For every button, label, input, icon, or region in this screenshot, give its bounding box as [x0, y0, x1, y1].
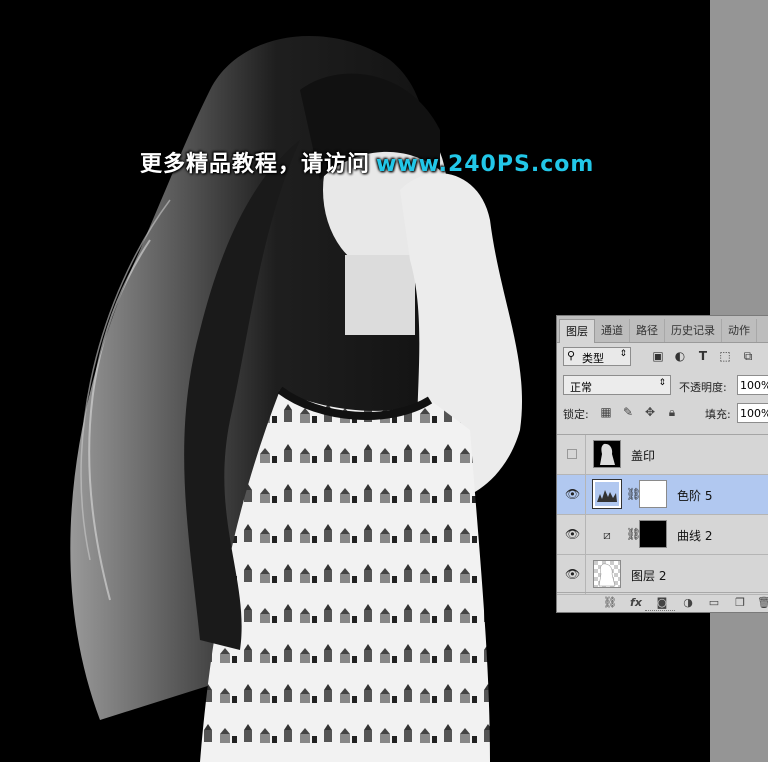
layer-mask-thumbnail[interactable] [639, 520, 667, 548]
divider [585, 475, 586, 514]
layer-name: 图层 2 [631, 569, 667, 583]
layer-mask-thumbnail[interactable] [639, 480, 667, 508]
chevron-updown-icon: ⇕ [658, 378, 666, 388]
blend-row: 正常 ⇕ 不透明度: 100% [557, 374, 768, 398]
type-filter-icon[interactable]: T [696, 349, 710, 363]
layer-thumbnail [593, 560, 621, 588]
fill-label: 填充: [705, 408, 731, 421]
layers-panel: 图层 通道 路径 历史记录 动作 ⚲ 类型 ⇕ ▣ ◐ T ⬚ ⧉ 正常 ⇕ 不… [556, 315, 768, 613]
tab-actions[interactable]: 动作 [722, 319, 757, 342]
watermark-caption: 更多精品教程，请访问 [140, 152, 371, 177]
panel-resize-grip[interactable] [645, 610, 675, 614]
curves-adjustment-icon: ⧄ [603, 528, 611, 542]
watermark-url: www.240PS.com [376, 152, 595, 177]
tab-paths[interactable]: 路径 [630, 319, 665, 342]
folder-icon[interactable]: ▭ [707, 596, 721, 610]
trash-icon[interactable]: 🗑︎ [757, 596, 768, 610]
filter-row: ⚲ 类型 ⇕ ▣ ◐ T ⬚ ⧉ [557, 346, 768, 368]
eye-icon[interactable]: 👁︎ [565, 487, 580, 501]
layer-row-curves[interactable]: 👁︎ ⧄ ⛓︎ 曲线 2 [557, 515, 768, 555]
layer-row-stamp[interactable]: 盖印 [557, 435, 768, 475]
fill-input[interactable]: 100% [737, 403, 768, 423]
eye-icon[interactable]: 👁︎ [565, 567, 580, 581]
watermark-text: 更多精品教程，请访问 www.240PS.com [140, 146, 594, 178]
divider [585, 435, 586, 474]
search-icon: ⚲ [567, 349, 576, 362]
opacity-input[interactable]: 100% [737, 375, 768, 395]
tab-channels[interactable]: 通道 [595, 319, 630, 342]
lock-all-icon[interactable]: 🔒︎ [665, 405, 679, 419]
visibility-off-box[interactable] [567, 449, 577, 459]
lock-transparency-icon[interactable]: ▦ [599, 405, 613, 419]
panel-tabs: 图层 通道 路径 历史记录 动作 [557, 316, 768, 343]
layer-name: 盖印 [631, 449, 656, 463]
chevron-updown-icon: ⇕ [619, 349, 627, 359]
layer-thumbnail [593, 440, 621, 468]
new-layer-icon[interactable]: ❐ [733, 596, 747, 610]
adjustment-filter-icon[interactable]: ◐ [673, 349, 687, 363]
lock-row: 锁定: ▦ ✎ ✥ 🔒︎ 填充: 100% [557, 402, 768, 424]
fx-icon[interactable]: fx [629, 596, 643, 610]
blend-mode-value: 正常 [570, 381, 592, 394]
tab-layers[interactable]: 图层 [559, 319, 595, 343]
layer-list: 盖印 👁︎ ⛓︎ 色阶 5 👁︎ ⧄ ⛓︎ 曲线 2 👁︎ 图层 2 [557, 434, 768, 595]
layer-row-levels[interactable]: 👁︎ ⛓︎ 色阶 5 [557, 475, 768, 515]
filter-kind-label: 类型 [582, 352, 604, 365]
opacity-label: 不透明度: [679, 381, 727, 394]
adjustment-icon[interactable]: ◑ [681, 596, 695, 610]
link-icon[interactable]: ⛓︎ [603, 596, 617, 610]
image-filter-icon[interactable]: ▣ [651, 349, 665, 363]
filter-kind-select[interactable]: ⚲ 类型 ⇕ [563, 347, 631, 366]
eye-icon[interactable]: 👁︎ [565, 527, 580, 541]
blend-mode-select[interactable]: 正常 ⇕ [563, 375, 671, 395]
smart-object-filter-icon[interactable]: ⧉ [741, 349, 755, 363]
layer-name: 曲线 2 [677, 529, 713, 543]
lock-label: 锁定: [563, 408, 589, 421]
lock-paint-icon[interactable]: ✎ [621, 405, 635, 419]
tab-history[interactable]: 历史记录 [665, 319, 722, 342]
layer-name: 色阶 5 [677, 489, 713, 503]
layer-row-layer2[interactable]: 👁︎ 图层 2 [557, 555, 768, 595]
lock-position-icon[interactable]: ✥ [643, 405, 657, 419]
mask-icon[interactable]: ◙ [655, 596, 669, 610]
divider [585, 515, 586, 554]
shape-filter-icon[interactable]: ⬚ [718, 349, 732, 363]
levels-adjustment-icon [592, 479, 622, 509]
divider [585, 555, 586, 594]
